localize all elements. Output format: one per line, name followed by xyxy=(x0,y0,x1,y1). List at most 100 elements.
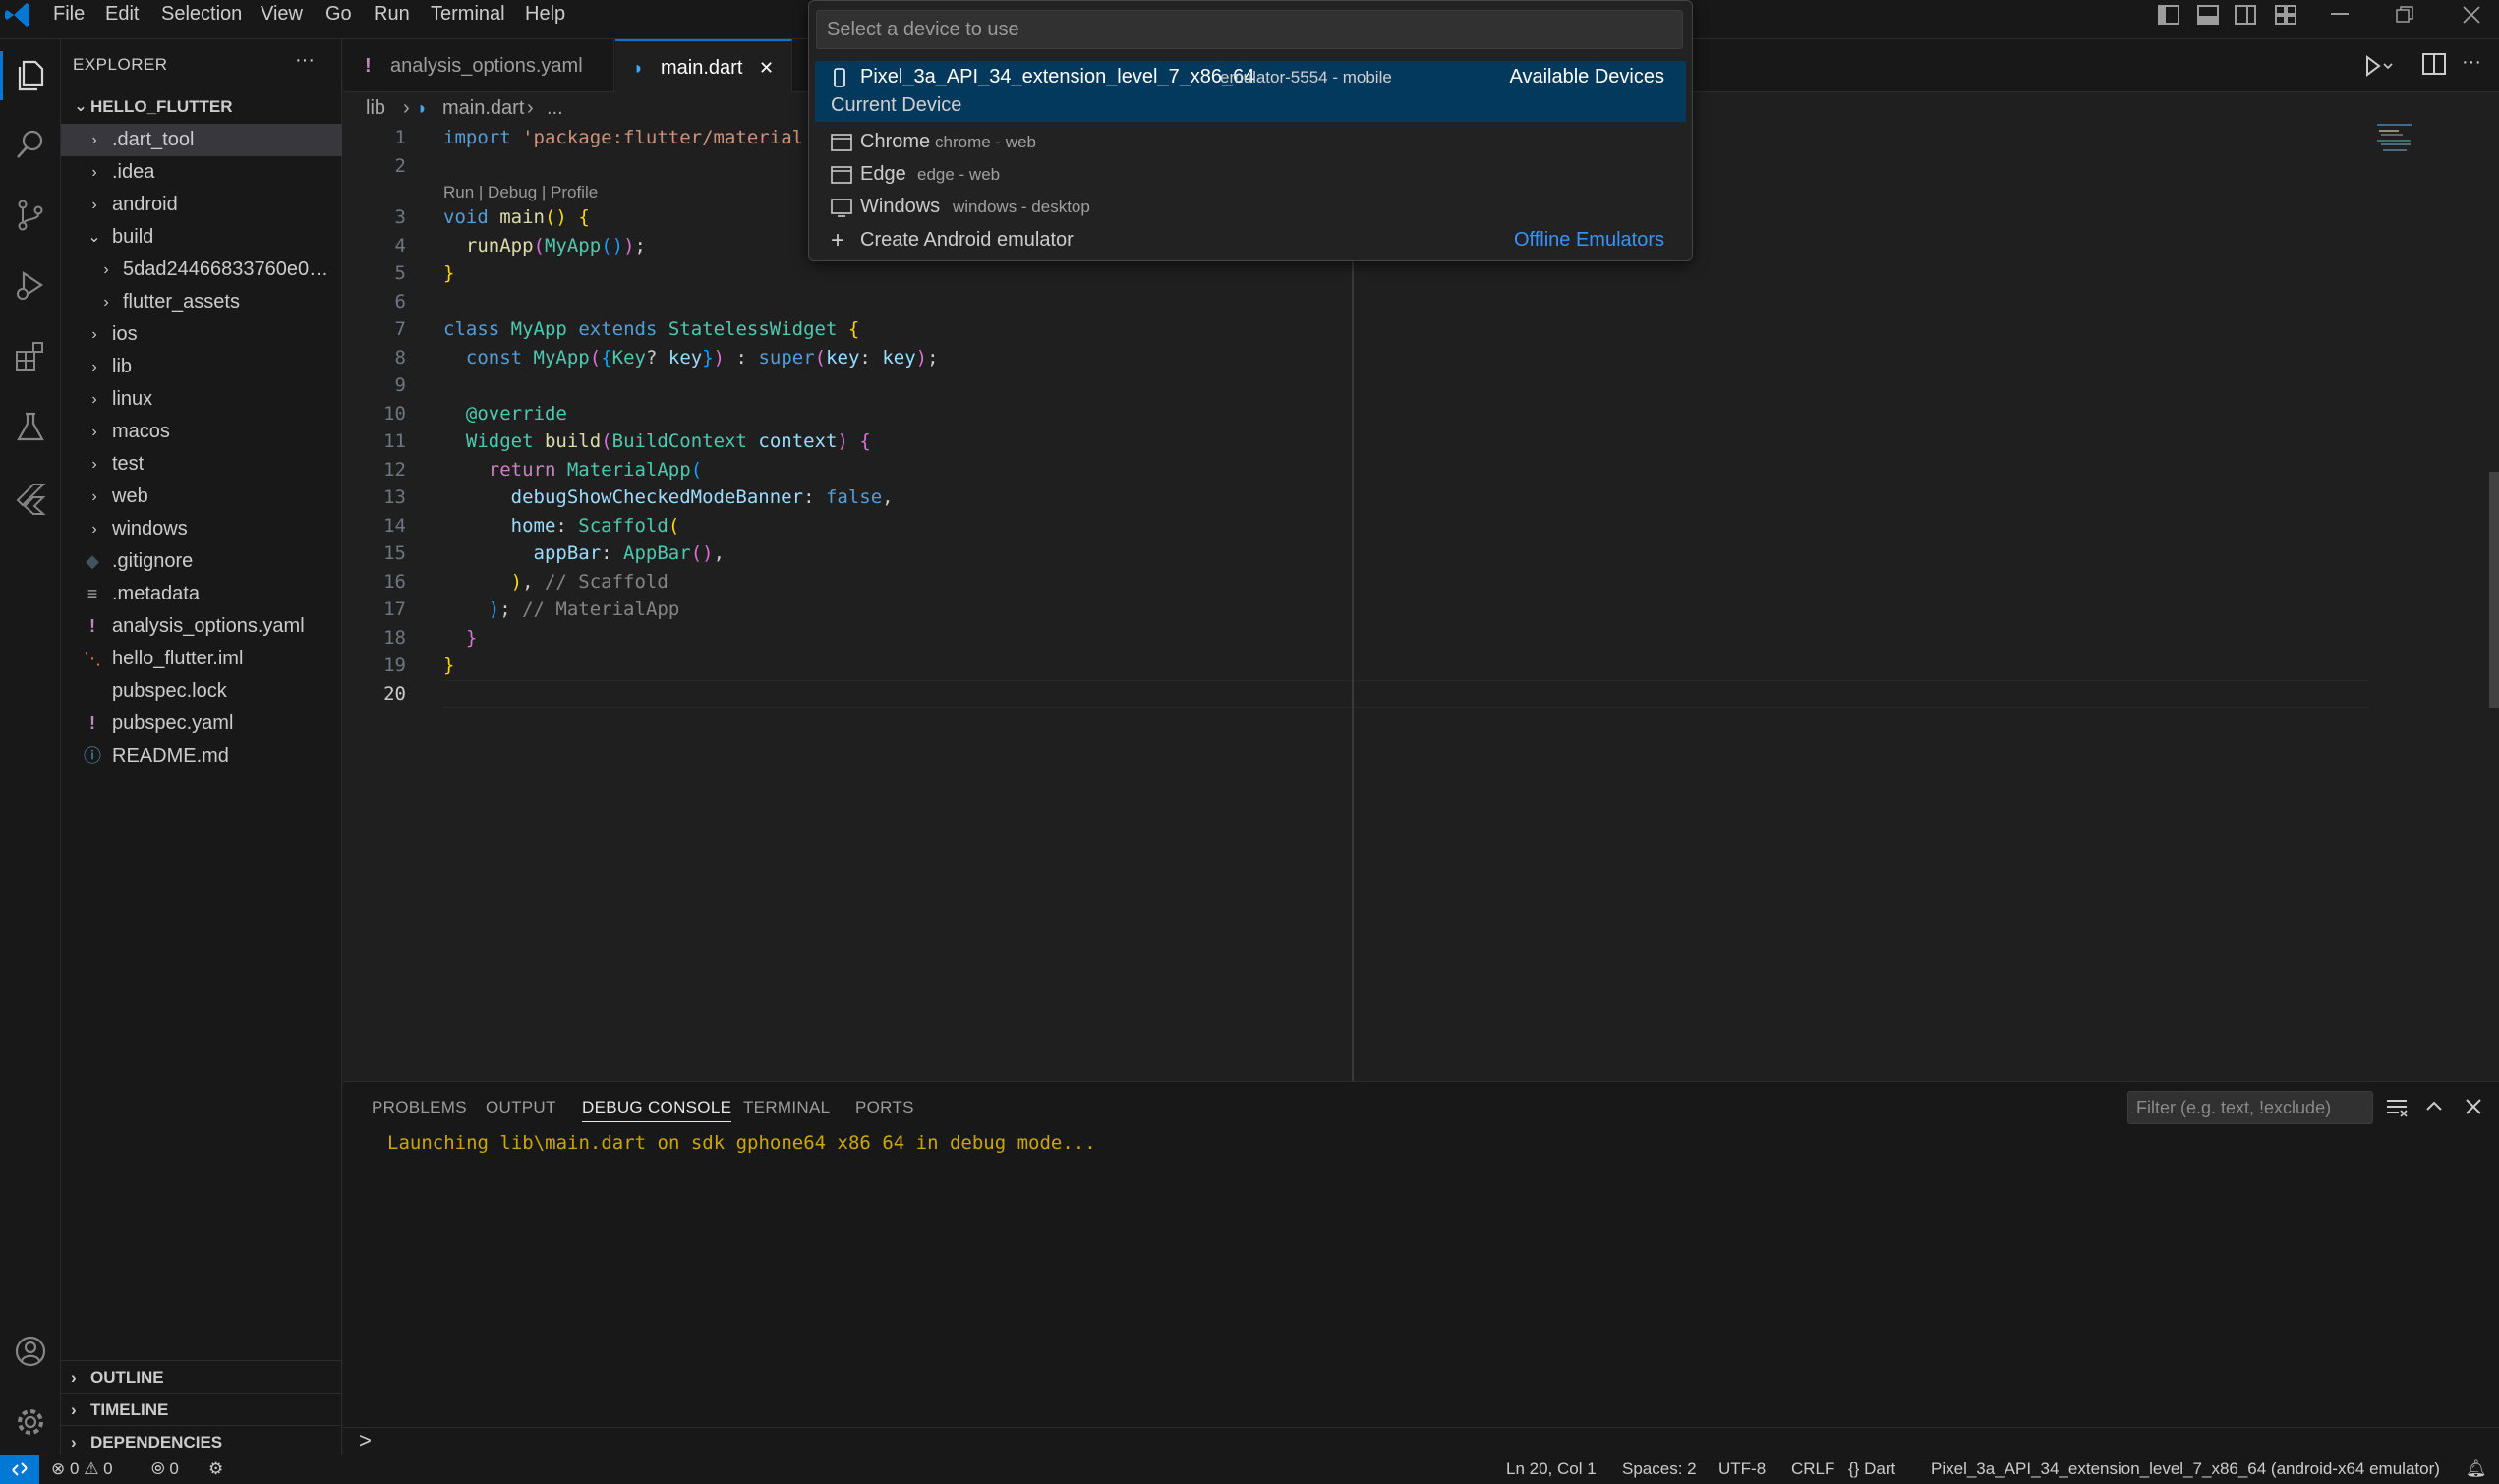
tree-item-idea[interactable]: › .idea xyxy=(61,156,342,189)
code-line[interactable]: return MaterialApp( xyxy=(443,456,702,484)
tab-terminal[interactable]: TERMINAL xyxy=(743,1093,830,1122)
workspace-root[interactable]: ⌄ HELLO_FLUTTER xyxy=(61,90,342,123)
tree-item-windows[interactable]: › windows xyxy=(61,513,342,545)
notifications-bell-icon[interactable]: 🔔︎ xyxy=(2466,1455,2487,1484)
breadcrumb-file[interactable]: main.dart xyxy=(442,94,524,122)
flutter-icon[interactable] xyxy=(8,476,53,521)
code-line[interactable]: appBar: AppBar(), xyxy=(443,540,726,567)
search-icon[interactable] xyxy=(8,122,53,167)
customize-layout-icon[interactable] xyxy=(2266,0,2305,29)
create-android-emulator[interactable]: + Create Android emulator Offline Emulat… xyxy=(815,224,1686,257)
code-line[interactable]: import 'package:flutter/material xyxy=(443,124,803,151)
split-editor-icon[interactable] xyxy=(2422,53,2448,79)
tree-item-lib[interactable]: › lib xyxy=(61,351,342,383)
close-tab-icon[interactable]: ✕ xyxy=(759,41,774,94)
menu-run[interactable]: Run xyxy=(374,0,410,39)
close-panel-icon[interactable] xyxy=(2464,1097,2483,1122)
code-line[interactable]: const MyApp({Key? key}) : super(key: key… xyxy=(443,344,939,371)
tree-item-test[interactable]: › test xyxy=(61,448,342,481)
tree-item-pubspec-lock[interactable]: pubspec.lock xyxy=(61,675,342,708)
code-line[interactable]: home: Scaffold( xyxy=(443,512,680,540)
tree-item-ios[interactable]: › ios xyxy=(61,318,342,351)
menu-go[interactable]: Go xyxy=(325,0,352,39)
debug-console-filter-input[interactable]: Filter (e.g. text, !exclude) xyxy=(2127,1091,2373,1124)
toggle-primary-sidebar-icon[interactable] xyxy=(2149,0,2188,29)
menu-edit[interactable]: Edit xyxy=(105,0,139,39)
debug-console-input[interactable]: > xyxy=(343,1427,2499,1455)
code-line[interactable]: @override xyxy=(443,400,567,428)
tree-item-web[interactable]: › web xyxy=(61,481,342,513)
tab-debug-console[interactable]: DEBUG CONSOLE xyxy=(582,1093,732,1122)
menu-terminal[interactable]: Terminal xyxy=(431,0,505,39)
device-option-chrome[interactable]: Chrome chrome - web xyxy=(815,126,1686,158)
tree-item-flutter-assets[interactable]: › flutter_assets xyxy=(61,286,342,318)
tree-item-analysis-options[interactable]: ! analysis_options.yaml xyxy=(61,610,342,643)
tab-ports[interactable]: PORTS xyxy=(855,1093,914,1122)
debug-status-icon[interactable]: ⚙ xyxy=(208,1455,223,1484)
code-line[interactable]: } xyxy=(443,652,454,679)
line-ending[interactable]: CRLF xyxy=(1791,1455,1834,1484)
ports-status[interactable]: ⦾ 0 xyxy=(151,1455,179,1484)
settings-gear-icon[interactable] xyxy=(8,1399,53,1445)
accounts-icon[interactable] xyxy=(8,1329,53,1374)
toggle-secondary-sidebar-icon[interactable] xyxy=(2226,0,2265,29)
code-line[interactable]: runApp(MyApp()); xyxy=(443,232,646,259)
code-line[interactable]: class MyApp extends StatelessWidget { xyxy=(443,315,859,343)
explorer-icon[interactable] xyxy=(8,53,53,98)
tree-item-pubspec-yaml[interactable]: ! pubspec.yaml xyxy=(61,708,342,740)
more-actions-icon[interactable]: ··· xyxy=(2462,51,2481,74)
tab-output[interactable]: OUTPUT xyxy=(486,1093,556,1122)
tree-item-build-hash[interactable]: › 5dad24466833760e037... xyxy=(61,254,342,286)
minimap[interactable] xyxy=(2377,122,2416,161)
extensions-icon[interactable] xyxy=(8,334,53,379)
device-option-pixel[interactable]: Pixel_3a_API_34_extension_level_7_x86_64… xyxy=(815,61,1686,122)
clear-console-icon[interactable] xyxy=(2385,1097,2409,1124)
run-debug-icon[interactable] xyxy=(8,263,53,309)
remote-indicator-icon[interactable] xyxy=(0,1455,39,1484)
tree-item-gitignore[interactable]: ◆ .gitignore xyxy=(61,545,342,578)
language-mode[interactable]: {} Dart xyxy=(1848,1455,1895,1484)
code-line[interactable]: Widget build(BuildContext context) { xyxy=(443,428,871,455)
codelens-run-debug-profile[interactable]: Run | Debug | Profile xyxy=(443,181,598,204)
device-option-windows[interactable]: Windows windows - desktop xyxy=(815,191,1686,223)
tree-item-macos[interactable]: › macos xyxy=(61,416,342,448)
timeline-section[interactable]: › TIMELINE xyxy=(61,1393,342,1425)
editor-scrollbar[interactable] xyxy=(2489,472,2499,708)
cursor-position[interactable]: Ln 20, Col 1 xyxy=(1506,1455,1597,1484)
device-search-input[interactable]: Select a device to use xyxy=(816,10,1683,49)
dependencies-section[interactable]: › DEPENDENCIES xyxy=(61,1425,342,1457)
minimize-icon[interactable] xyxy=(2320,0,2359,29)
testing-icon[interactable] xyxy=(8,405,53,450)
close-window-icon[interactable] xyxy=(2452,0,2491,29)
code-line[interactable]: } xyxy=(443,624,477,652)
tree-item-build[interactable]: ⌄ build xyxy=(61,221,342,254)
source-control-icon[interactable] xyxy=(8,193,53,238)
flutter-device[interactable]: Pixel_3a_API_34_extension_level_7_x86_64… xyxy=(1931,1455,2440,1484)
maximize-panel-icon[interactable] xyxy=(2424,1097,2444,1122)
tree-item-android[interactable]: › android xyxy=(61,189,342,221)
breadcrumb-lib[interactable]: lib xyxy=(366,94,385,122)
code-line[interactable]: ); // MaterialApp xyxy=(443,596,680,623)
tree-item-hello-flutter-iml[interactable]: ⋱ hello_flutter.iml xyxy=(61,643,342,675)
outline-section[interactable]: › OUTLINE xyxy=(61,1360,342,1393)
tree-item-metadata[interactable]: ≡ .metadata xyxy=(61,578,342,610)
code-line[interactable]: ), // Scaffold xyxy=(443,568,668,596)
tab-main-dart[interactable]: ◗ main.dart ✕ xyxy=(615,39,792,92)
menu-file[interactable]: File xyxy=(53,0,85,39)
indentation[interactable]: Spaces: 2 xyxy=(1622,1455,1697,1484)
restore-icon[interactable] xyxy=(2385,0,2424,29)
tree-item-readme[interactable]: ⓘ README.md xyxy=(61,740,342,772)
tree-item-linux[interactable]: › linux xyxy=(61,383,342,416)
menu-view[interactable]: View xyxy=(261,0,303,39)
run-icon[interactable] xyxy=(2363,51,2397,81)
explorer-more-actions-icon[interactable]: ··· xyxy=(295,49,315,72)
menu-selection[interactable]: Selection xyxy=(161,0,242,39)
breadcrumb-symbols[interactable]: ... xyxy=(547,94,563,122)
problems-status[interactable]: ⊗ 0 ⚠ 0 xyxy=(51,1455,113,1484)
tab-analysis-options[interactable]: ! analysis_options.yaml xyxy=(343,39,614,92)
menu-help[interactable]: Help xyxy=(525,0,565,39)
tab-problems[interactable]: PROBLEMS xyxy=(372,1093,467,1122)
code-line[interactable]: } xyxy=(443,259,454,287)
code-line[interactable]: void main() { xyxy=(443,203,590,231)
device-option-edge[interactable]: Edge edge - web xyxy=(815,158,1686,191)
